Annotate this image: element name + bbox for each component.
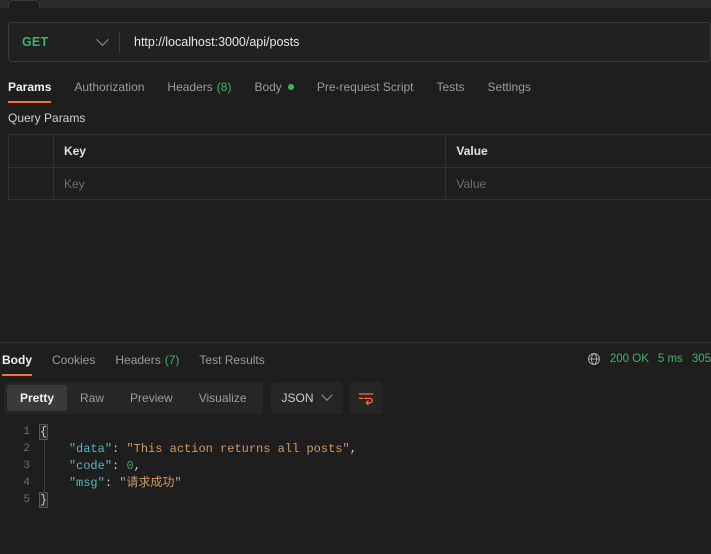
code-line-text: {: [38, 424, 49, 441]
line-number: 3: [23, 460, 30, 472]
response-size: 305: [691, 353, 711, 365]
response-language-selector[interactable]: JSON: [270, 382, 342, 414]
query-params-table: Key Value Key Value: [8, 134, 711, 200]
token-key: "code": [68, 459, 113, 473]
tab-headers-count: (8): [216, 79, 232, 94]
code-line-text: "msg": "请求成功": [40, 475, 182, 492]
response-status: 200 OK: [609, 353, 649, 365]
token-str: "请求成功": [119, 476, 182, 490]
tab-test-results[interactable]: Test Results: [199, 345, 264, 374]
request-tabs: Params Authorization Headers (8) Body Pr…: [0, 72, 711, 103]
tab-headers-label: Headers: [167, 79, 213, 94]
tab-authorization-label: Authorization: [74, 79, 145, 94]
token-punct: :: [104, 476, 120, 490]
tab-response-body-label: Body: [2, 352, 32, 367]
response-meta: 200 OK 5 ms 305: [587, 348, 711, 370]
table-header-row: Key Value: [9, 135, 711, 168]
tab-response-body[interactable]: Body: [2, 345, 32, 376]
header-cell-value: Value: [456, 144, 488, 158]
line-number: 2: [23, 443, 30, 455]
tab-response-headers-count: (7): [164, 352, 180, 367]
param-key-input[interactable]: Key: [54, 168, 447, 199]
token-punct: :: [112, 459, 127, 473]
view-pretty[interactable]: Pretty: [7, 385, 68, 411]
tab-tests-label: Tests: [436, 79, 465, 94]
code-line-text: }: [38, 492, 49, 509]
tab-cookies[interactable]: Cookies: [52, 345, 95, 374]
chevron-down-icon: [320, 389, 333, 401]
view-visualize[interactable]: Visualize: [186, 385, 260, 411]
response-time: 5 ms: [657, 353, 683, 365]
token-punct: ,: [349, 442, 357, 456]
token-num: 0: [126, 459, 134, 473]
view-mode-group: Pretty Raw Preview Visualize: [4, 382, 263, 414]
wrap-lines-icon: [358, 392, 373, 405]
table-row[interactable]: Key Value: [9, 168, 711, 200]
code-line: 1{: [0, 424, 711, 441]
token-key: "data": [68, 442, 113, 456]
http-method-selector[interactable]: GET: [9, 23, 119, 61]
header-cell-checkbox: [9, 135, 54, 167]
http-method-label: GET: [22, 35, 49, 49]
param-value-input[interactable]: Value: [446, 168, 711, 199]
wrap-lines-button[interactable]: [349, 382, 382, 414]
tab-cookies-label: Cookies: [52, 352, 96, 367]
query-params-title: Query Params: [8, 111, 86, 125]
tab-strip: [0, 0, 711, 8]
code-line: 4 "msg": "请求成功": [0, 475, 711, 492]
tab-response-headers-label: Headers: [115, 352, 161, 367]
response-format-bar: Pretty Raw Preview Visualize JSON: [4, 382, 382, 414]
code-line-text: "code": 0,: [40, 458, 141, 475]
line-number: 5: [23, 494, 30, 506]
url-input[interactable]: http://localhost:3000/api/posts: [120, 23, 710, 61]
code-line-text: "data": "This action returns all posts",: [40, 441, 357, 458]
request-tab-peek[interactable]: [8, 0, 40, 8]
tab-headers[interactable]: Headers (8): [167, 72, 231, 101]
chevron-down-icon: [96, 32, 109, 46]
token-punct: ,: [133, 459, 141, 473]
tab-body-label: Body: [254, 79, 282, 94]
row-checkbox[interactable]: [9, 168, 54, 199]
token-key: "msg": [68, 476, 105, 490]
token-brace: {: [38, 424, 49, 440]
globe-icon[interactable]: [587, 352, 601, 366]
token-str: "This action returns all posts": [126, 442, 350, 456]
tab-settings-label: Settings: [487, 79, 531, 94]
tab-params[interactable]: Params: [8, 72, 52, 103]
tab-test-results-label: Test Results: [199, 352, 265, 367]
body-modified-dot-icon: [287, 83, 294, 90]
tab-authorization[interactable]: Authorization: [74, 72, 144, 101]
code-line: 5}: [0, 492, 711, 509]
token-brace: }: [38, 492, 49, 508]
tab-body[interactable]: Body: [254, 72, 294, 101]
tab-params-label: Params: [8, 79, 52, 94]
response-language-label: JSON: [281, 391, 314, 405]
header-cell-key: Key: [54, 135, 447, 167]
code-line: 3 "code": 0,: [0, 458, 711, 475]
response-body-code[interactable]: 1{2 "data": "This action returns all pos…: [0, 424, 711, 554]
view-preview[interactable]: Preview: [117, 385, 186, 411]
view-raw[interactable]: Raw: [67, 385, 117, 411]
tab-settings[interactable]: Settings: [488, 72, 531, 101]
tab-tests[interactable]: Tests: [437, 72, 465, 101]
token-punct: :: [112, 442, 127, 456]
url-bar: GET http://localhost:3000/api/posts: [8, 22, 711, 62]
tab-response-headers[interactable]: Headers (7): [115, 345, 179, 374]
line-number: 4: [23, 477, 30, 489]
line-number: 1: [23, 426, 30, 438]
tab-pre-request-script-label: Pre-request Script: [316, 79, 414, 94]
response-divider: [0, 342, 711, 343]
code-line: 2 "data": "This action returns all posts…: [0, 441, 711, 458]
tab-pre-request-script[interactable]: Pre-request Script: [317, 72, 414, 101]
